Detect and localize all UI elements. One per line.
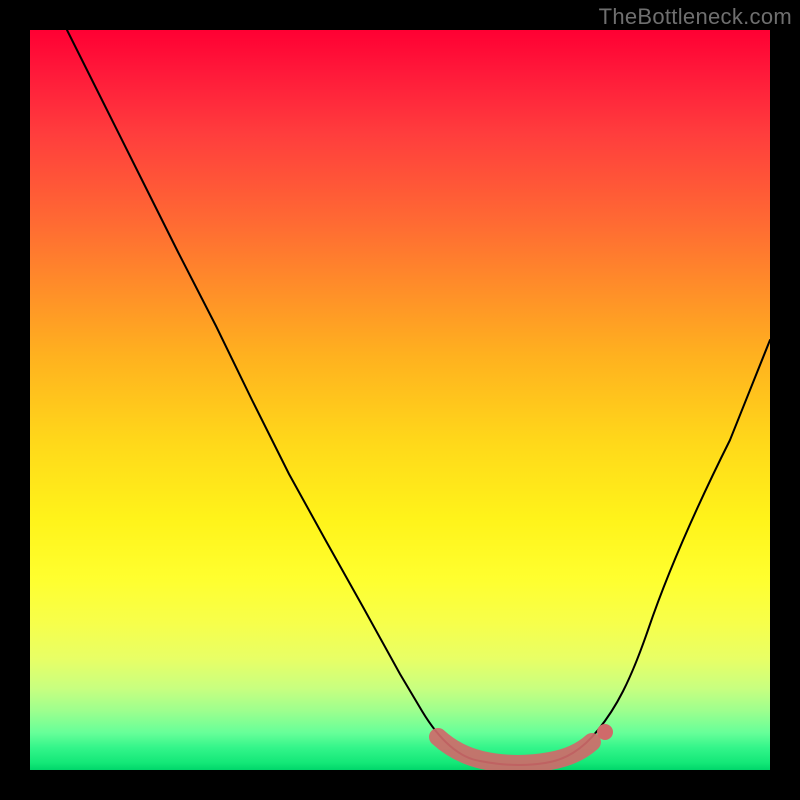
watermark-text: TheBottleneck.com [599,4,792,30]
chart-frame: TheBottleneck.com [0,0,800,800]
curve-layer [30,30,770,770]
optimal-range-end-dot [597,724,613,740]
bottleneck-curve-line [67,30,770,765]
plot-area [30,30,770,770]
optimal-range-band [438,737,592,764]
